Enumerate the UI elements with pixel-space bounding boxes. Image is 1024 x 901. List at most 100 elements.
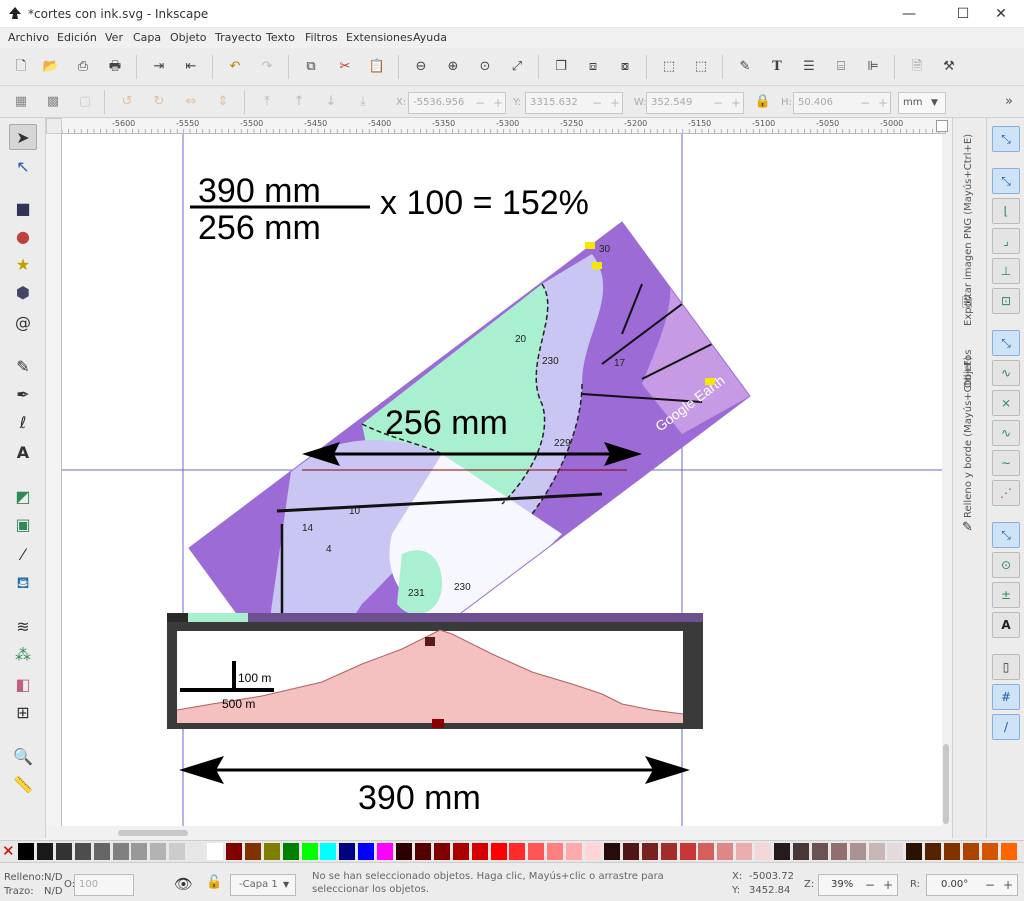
no-paint-icon[interactable]: ✕ (2, 843, 16, 860)
color-swatch[interactable] (981, 843, 998, 860)
minus-icon[interactable]: − (865, 878, 875, 892)
snap-paths-icon[interactable]: ∿ (992, 360, 1020, 386)
menu-capa[interactable]: Capa (133, 31, 161, 44)
fill-value[interactable]: N/D (44, 872, 63, 883)
snap-bbox-icon[interactable]: ⤡ (992, 168, 1020, 194)
star-tool-icon[interactable]: ★ (9, 252, 37, 278)
color-swatch[interactable] (452, 843, 469, 860)
open-icon[interactable]: 📂 (40, 56, 62, 78)
snap-rotation-center-icon[interactable]: ± (992, 582, 1020, 608)
color-swatch[interactable] (1000, 843, 1017, 860)
color-swatch[interactable] (282, 843, 299, 860)
plus-icon[interactable]: + (878, 96, 888, 110)
node-tool-icon[interactable]: ↖ (9, 154, 37, 180)
minus-icon[interactable]: − (713, 96, 723, 110)
color-swatch[interactable] (433, 843, 450, 860)
color-swatch[interactable] (660, 843, 677, 860)
minimize-button[interactable]: — (886, 0, 932, 28)
snap-midpoints-icon[interactable]: ⋰ (992, 480, 1020, 506)
snap-page-border-icon[interactable]: ▯ (992, 654, 1020, 680)
rotate-ccw-icon[interactable]: ↺ (116, 91, 138, 113)
redo-icon[interactable]: ↷ (256, 56, 278, 78)
menu-filtros[interactable]: Filtros (305, 31, 338, 44)
dropper-tool-icon[interactable]: ⁄ (9, 542, 37, 568)
color-swatch[interactable] (263, 843, 280, 860)
eraser-tool-icon[interactable]: ◧ (9, 672, 37, 698)
preferences-icon[interactable]: ⚒ (938, 56, 960, 78)
zoom-drawing-icon[interactable]: ⊕ (442, 56, 464, 78)
drawing-canvas[interactable]: 20 230 17 30 229 14 10 4 231 230 Google … (62, 134, 942, 826)
width-field[interactable]: W: 352.549 − + (634, 92, 744, 114)
stroke-value[interactable]: N/D (44, 886, 63, 897)
color-swatch[interactable] (679, 843, 696, 860)
duplicate-icon[interactable]: ❐ (550, 56, 572, 78)
color-swatch[interactable] (774, 843, 790, 860)
menu-extensiones[interactable]: Extensiones (346, 31, 413, 44)
lock-proportions-icon[interactable]: 🔒 (752, 91, 774, 113)
gradient-tool-icon[interactable]: ◩ (9, 484, 37, 510)
color-swatch[interactable] (244, 843, 261, 860)
align-distribute-icon[interactable]: ⊫ (862, 56, 884, 78)
color-swatch[interactable] (36, 843, 53, 860)
color-swatch[interactable] (755, 843, 772, 860)
color-swatch[interactable] (358, 843, 375, 860)
zoom-selection-icon[interactable]: ⊖ (410, 56, 432, 78)
color-swatch[interactable] (55, 843, 72, 860)
spray-tool-icon[interactable]: ⁂ (9, 642, 37, 668)
document-properties-icon[interactable]: 🗎 (906, 56, 928, 78)
color-swatch[interactable] (963, 843, 979, 860)
color-swatch[interactable] (906, 843, 923, 860)
select-all-icon[interactable]: ▦ (10, 91, 32, 113)
zoom-field[interactable]: 39% − + (818, 874, 898, 896)
menu-objeto[interactable]: Objeto (170, 31, 207, 44)
ungroup-icon[interactable]: ⬚ (690, 56, 712, 78)
color-swatch[interactable] (74, 843, 91, 860)
color-swatch[interactable] (339, 843, 356, 860)
rotation-field[interactable]: 0.00° − + (926, 874, 1018, 896)
color-swatch[interactable] (868, 843, 885, 860)
snap-smooth-nodes-icon[interactable]: ∼ (992, 450, 1020, 476)
color-swatch[interactable] (698, 843, 715, 860)
lock-icon[interactable]: 🔓 (206, 875, 222, 890)
color-swatch[interactable] (736, 843, 753, 860)
color-swatch[interactable] (925, 843, 942, 860)
save-icon[interactable]: ⎙ (72, 56, 94, 78)
plus-icon[interactable]: + (493, 96, 503, 110)
color-swatch[interactable] (225, 843, 242, 860)
plus-icon[interactable]: + (1003, 878, 1013, 892)
export-icon[interactable]: ⇤ (180, 56, 202, 78)
color-swatch[interactable] (150, 843, 167, 860)
formula-denominator[interactable]: 256 mm (198, 209, 321, 248)
horizontal-scrollbar[interactable] (62, 826, 942, 840)
snap-enable-icon[interactable]: ⤡ (992, 126, 1020, 152)
print-icon[interactable]: 🖶 (104, 56, 126, 78)
text-tool-icon[interactable]: A (9, 440, 37, 466)
color-swatch[interactable] (414, 843, 431, 860)
spiral-tool-icon[interactable]: @ (9, 310, 37, 336)
color-swatch[interactable] (377, 843, 394, 860)
color-swatch[interactable] (93, 843, 110, 860)
snap-text-baseline-icon[interactable]: A (992, 612, 1020, 638)
color-swatch[interactable] (622, 843, 639, 860)
color-swatch[interactable] (717, 843, 734, 860)
minus-icon[interactable]: − (592, 96, 602, 110)
select-all-layers-icon[interactable]: ▩ (42, 91, 64, 113)
selector-tool-icon[interactable]: ➤ (9, 124, 37, 150)
undo-icon[interactable]: ↶ (224, 56, 246, 78)
opacity-field[interactable]: 100 (74, 874, 134, 896)
raise-top-icon[interactable]: ⤒ (256, 91, 278, 113)
snap-bbox-midpoint-icon[interactable]: ⊥ (992, 258, 1020, 284)
plus-icon[interactable]: + (731, 96, 741, 110)
snap-others-icon[interactable]: ⤡ (992, 522, 1020, 548)
color-swatch[interactable] (509, 843, 526, 860)
snap-bbox-edge-icon[interactable]: ⌊ (992, 198, 1020, 224)
plus-icon[interactable]: + (610, 96, 620, 110)
height-field[interactable]: H: 50.406 − + (781, 92, 891, 114)
color-swatch[interactable] (490, 843, 507, 860)
profile-width-label[interactable]: 390 mm (358, 779, 481, 818)
fill-stroke-icon[interactable]: ✎ (734, 56, 756, 78)
snap-cusp-nodes-icon[interactable]: ∿ (992, 420, 1020, 446)
snap-object-centers-icon[interactable]: ⊙ (992, 552, 1020, 578)
color-swatch[interactable] (320, 843, 337, 860)
tab-fill-stroke[interactable]: Relleno y borde (Mayús+Ctrl+F) (963, 357, 974, 519)
